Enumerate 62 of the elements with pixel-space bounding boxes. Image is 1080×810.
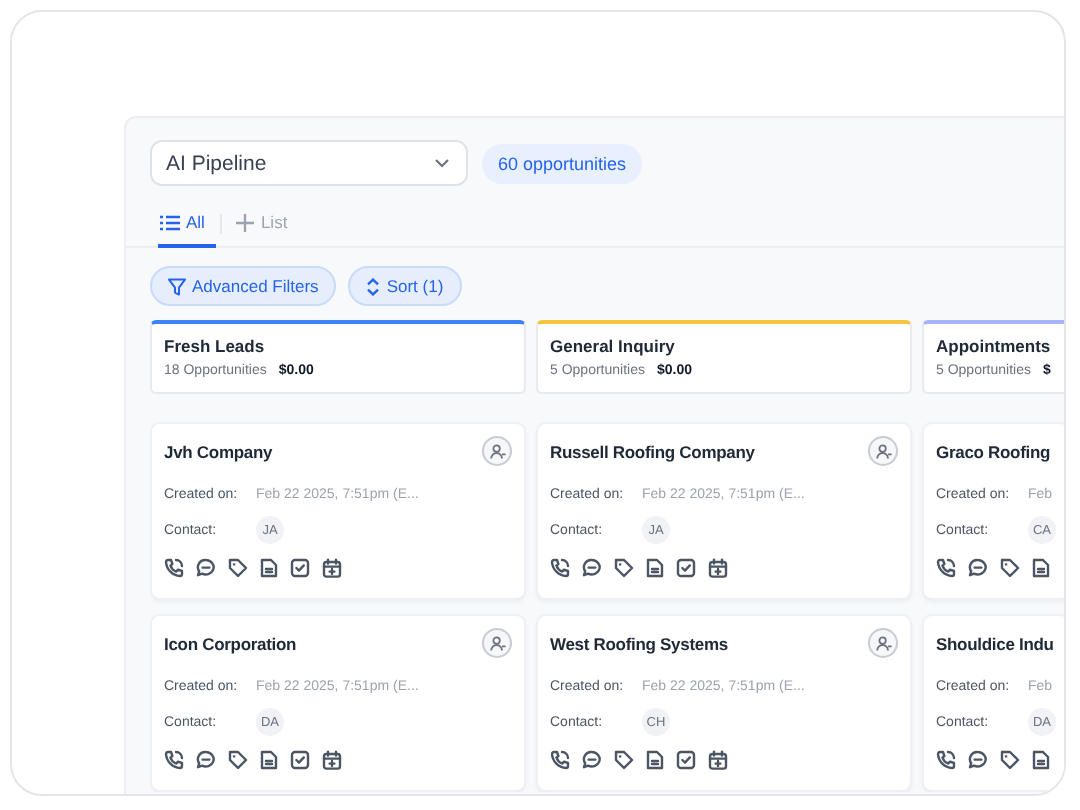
stage-title: Fresh Leads [164,336,267,356]
phone-icon[interactable] [164,750,184,770]
person-icon [489,635,505,651]
chat-icon[interactable] [582,558,602,578]
phone-icon[interactable] [936,558,956,578]
document-icon[interactable] [260,558,278,578]
sort-button[interactable]: Sort (1) [348,266,462,306]
tag-icon[interactable] [1000,558,1020,578]
stage-title: General Inquiry [550,336,677,356]
calendar-icon[interactable] [322,558,342,578]
company-name: Shouldice Indu [936,633,1054,653]
calendar-icon[interactable] [322,750,342,770]
assign-user-button[interactable] [868,628,898,658]
chat-icon[interactable] [196,558,216,578]
chat-icon[interactable] [968,558,988,578]
calendar-icon[interactable] [708,750,728,770]
button-label[interactable]: Sort (1) [386,276,444,296]
checkbox-icon[interactable] [676,750,696,770]
document-icon[interactable] [646,558,664,578]
chat-icon[interactable] [582,750,602,770]
plus-icon [236,213,255,231]
checkbox-icon[interactable] [676,558,696,578]
tag-icon[interactable] [614,750,634,770]
assign-user-button[interactable] [868,436,898,466]
person-icon [875,635,891,651]
calendar-icon[interactable] [708,558,728,578]
person-icon [489,443,505,459]
button-label[interactable]: Advanced Filters [192,276,319,296]
phone-icon[interactable] [550,558,570,578]
checkbox-icon[interactable] [290,558,310,578]
assign-user-button[interactable] [482,628,512,658]
tag-icon[interactable] [1000,750,1020,770]
view-tab[interactable]: All [158,204,217,248]
count-badge: 60 opportunities [482,143,643,183]
phone-icon[interactable] [164,558,184,578]
person-icon [875,443,891,459]
document-icon[interactable] [1032,558,1050,578]
document-icon[interactable] [1032,750,1050,770]
list-icon [160,213,180,231]
tag-icon[interactable] [614,558,634,578]
phone-icon[interactable] [550,750,570,770]
company-name: West Roofing Systems [550,633,728,653]
company-name: Jvh Company [164,441,273,461]
sort-icon [366,277,381,295]
document-icon[interactable] [646,750,664,770]
company-name: Icon Corporation [164,633,297,653]
pipeline-dropdown[interactable]: AI Pipeline [150,140,468,186]
filter-button[interactable]: Advanced Filters [150,266,337,306]
chat-icon[interactable] [968,750,988,770]
stage-title: Appointments [936,336,1053,356]
company-name: Russell Roofing Company [550,441,755,461]
company-name: Graco Roofing [936,441,1051,461]
tag-icon[interactable] [228,750,248,770]
document-icon[interactable] [260,750,278,770]
phone-icon[interactable] [936,750,956,770]
chevron-down-icon[interactable] [434,158,450,168]
tag-icon[interactable] [228,558,248,578]
assign-user-button[interactable] [482,436,512,466]
filter-icon [168,277,186,295]
chat-icon[interactable] [196,750,216,770]
checkbox-icon[interactable] [290,750,310,770]
tab-label[interactable]: All [186,212,205,232]
